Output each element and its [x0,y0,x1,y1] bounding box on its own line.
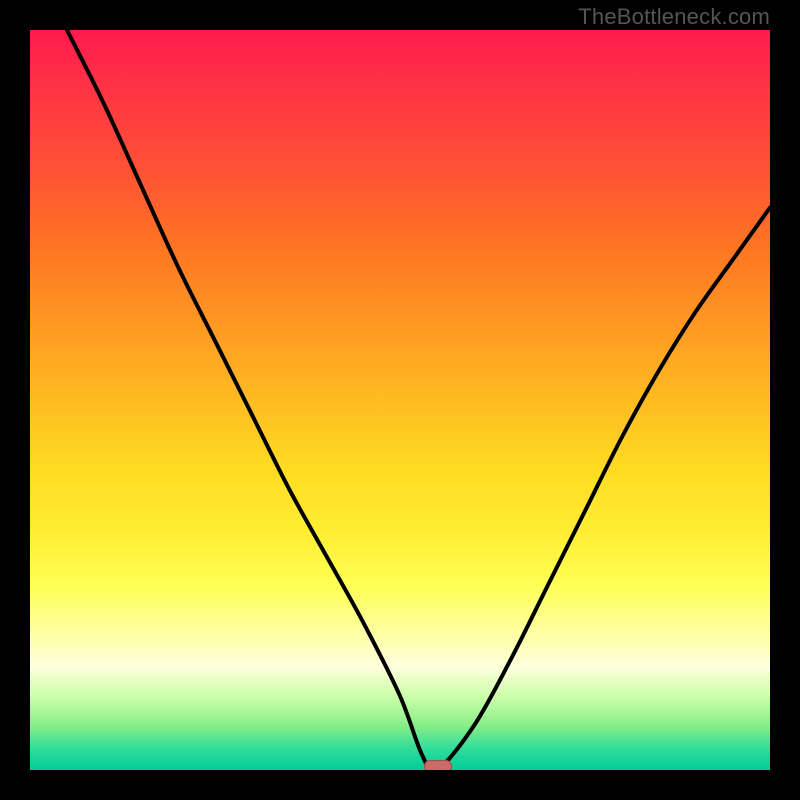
plot-area [30,30,770,770]
bottleneck-curve [30,30,770,770]
optimum-marker [424,760,452,770]
watermark: TheBottleneck.com [578,4,770,30]
chart-frame: TheBottleneck.com [0,0,800,800]
